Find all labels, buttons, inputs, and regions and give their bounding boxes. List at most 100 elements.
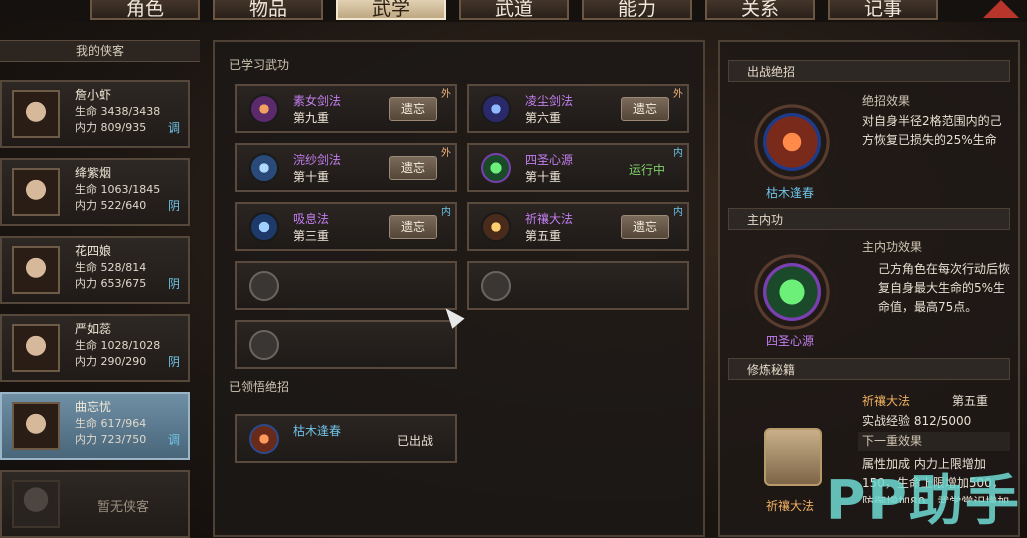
skill-slot[interactable]: 吸息法 第三重 遗忘 内	[235, 202, 457, 251]
hero-name: 绛紫烟	[75, 166, 112, 180]
effect-text: 对自身半径2格范围内的己方恢复已损失的25%生命	[862, 114, 1002, 147]
forget-button[interactable]: 遗忘	[389, 215, 437, 239]
skill-type-badge: 外	[441, 89, 451, 100]
hero-card[interactable]: 花四娘 生命 528/814 内力 653/675 阴	[0, 236, 190, 304]
inner-skill-icon	[481, 212, 511, 242]
hero-mp: 内力 809/935	[75, 121, 147, 134]
skill-name: 四圣心源	[525, 153, 574, 167]
skill-name: 凌尘剑法	[525, 94, 574, 108]
hero-card[interactable]: 严如蕊 生命 1028/1028 内力 290/290 阴	[0, 314, 190, 382]
tab-abilities[interactable]: 能力	[582, 0, 692, 20]
deployed-status: 已出战	[396, 434, 433, 448]
skill-name: 浣纱剑法	[293, 153, 342, 167]
tab-relations[interactable]: 关系	[705, 0, 815, 20]
book-label: 祈禳大法	[766, 499, 815, 513]
skill-type-badge: 内	[441, 207, 451, 218]
sword-skill-icon	[481, 94, 511, 124]
sword-skill-icon	[249, 94, 279, 124]
ultimate-name: 枯木逢春	[766, 186, 815, 200]
hero-hp: 生命 3438/3438	[75, 105, 161, 118]
skill-name: 祈禳大法	[525, 212, 574, 226]
next-level-label: 下一重效果	[858, 432, 1010, 451]
hero-mp: 内力 522/640	[75, 199, 147, 212]
hero-mp: 内力 290/290	[75, 355, 147, 368]
skill-slot[interactable]: 祈禳大法 第五重 遗忘 内	[467, 202, 689, 251]
empty-skill-slot[interactable]	[235, 320, 457, 369]
empty-skill-slot[interactable]	[235, 261, 457, 310]
hero-card-selected[interactable]: 曲忘忧 生命 617/964 内力 723/750 调	[0, 392, 190, 460]
skill-type-badge: 内	[673, 148, 683, 159]
hero-hp: 生命 617/964	[75, 417, 147, 430]
skill-slot[interactable]: 凌尘剑法 第六重 遗忘 外	[467, 84, 689, 133]
skill-level: 第十重	[525, 170, 562, 184]
skill-level: 第六重	[525, 111, 562, 125]
section-title: 出战绝招	[728, 60, 1010, 82]
hero-tag: 阴	[167, 355, 180, 369]
tab-journal[interactable]: 记事	[828, 0, 938, 20]
hero-list-header: 我的侠客	[0, 40, 200, 62]
book-name: 祈禳大法	[862, 394, 911, 408]
inner-skill-icon	[481, 153, 511, 183]
skill-level: 第十重	[293, 170, 330, 184]
skill-level: 第五重	[525, 229, 562, 243]
skill-name: 素女剑法	[293, 94, 342, 108]
tab-bar: 角色 物品 武学 武道 能力 关系 记事	[0, 0, 1027, 22]
skills-panel: 已学习武功 素女剑法 第九重 遗忘 外 凌尘剑法 第六重 遗忘 外 浣纱剑法 第…	[213, 40, 705, 537]
ultimate-slot[interactable]: 枯木逢春 已出战	[235, 414, 457, 463]
hero-mp: 内力 653/675	[75, 277, 147, 290]
tab-martial-way[interactable]: 武道	[459, 0, 569, 20]
tab-items[interactable]: 物品	[213, 0, 323, 20]
forget-button[interactable]: 遗忘	[389, 156, 437, 180]
empty-avatar-icon	[12, 480, 60, 528]
empty-slot-icon	[249, 271, 279, 301]
hero-hp: 生命 528/814	[75, 261, 147, 274]
close-icon[interactable]	[983, 0, 1019, 18]
hero-tag: 阴	[167, 277, 180, 291]
avatar	[12, 90, 60, 138]
avatar	[12, 168, 60, 216]
section-title: 修炼秘籍	[728, 358, 1010, 380]
hero-name: 詹小虾	[75, 88, 112, 102]
effect-title: 绝招效果	[862, 94, 911, 108]
avatar	[12, 402, 60, 450]
avatar	[12, 324, 60, 372]
hero-name: 曲忘忧	[75, 400, 112, 414]
hero-card[interactable]: 绛紫烟 生命 1063/1845 内力 522/640 阴	[0, 158, 190, 226]
tab-character[interactable]: 角色	[90, 0, 200, 20]
empty-label: 暂无侠客	[97, 500, 150, 515]
empty-slot-icon	[481, 271, 511, 301]
hero-tag: 调	[167, 433, 180, 447]
skill-level: 第九重	[293, 111, 330, 125]
skill-type-badge: 内	[673, 207, 683, 218]
effect-text: 己方角色在每次行动后恢复自身最大生命的5%生命值，最高75点。	[878, 262, 1011, 314]
hero-name: 花四娘	[75, 244, 112, 258]
hero-hp: 生命 1028/1028	[75, 339, 161, 352]
hero-card-empty[interactable]: 暂无侠客	[0, 470, 190, 538]
forget-button[interactable]: 遗忘	[621, 97, 669, 121]
lotus-icon	[763, 113, 821, 171]
empty-slot-icon	[249, 330, 279, 360]
running-status: 运行中	[628, 163, 665, 177]
forget-button[interactable]: 遗忘	[389, 97, 437, 121]
hero-name: 严如蕊	[75, 322, 112, 336]
sword-skill-icon	[249, 153, 279, 183]
skill-name: 吸息法	[293, 212, 330, 226]
swirl-icon	[763, 263, 821, 321]
hero-hp: 生命 1063/1845	[75, 183, 161, 196]
skill-slot[interactable]: 素女剑法 第九重 遗忘 外	[235, 84, 457, 133]
book-level: 第五重	[952, 394, 989, 408]
inner-skill-name: 四圣心源	[766, 334, 815, 348]
hero-mp: 内力 723/750	[75, 433, 147, 446]
empty-skill-slot[interactable]	[467, 261, 689, 310]
hero-tag: 调	[167, 121, 180, 135]
learned-skills-title: 已学习武功	[229, 58, 290, 72]
skill-level: 第三重	[293, 229, 330, 243]
ultimate-name: 枯木逢春	[293, 424, 342, 438]
hero-tag: 阴	[167, 199, 180, 213]
skill-slot[interactable]: 四圣心源 第十重 运行中 内	[467, 143, 689, 192]
ultimate-title: 已领悟绝招	[229, 380, 290, 394]
tab-martial-arts[interactable]: 武学	[336, 0, 446, 20]
skill-slot[interactable]: 浣纱剑法 第十重 遗忘 外	[235, 143, 457, 192]
hero-card[interactable]: 詹小虾 生命 3438/3438 内力 809/935 调	[0, 80, 190, 148]
forget-button[interactable]: 遗忘	[621, 215, 669, 239]
